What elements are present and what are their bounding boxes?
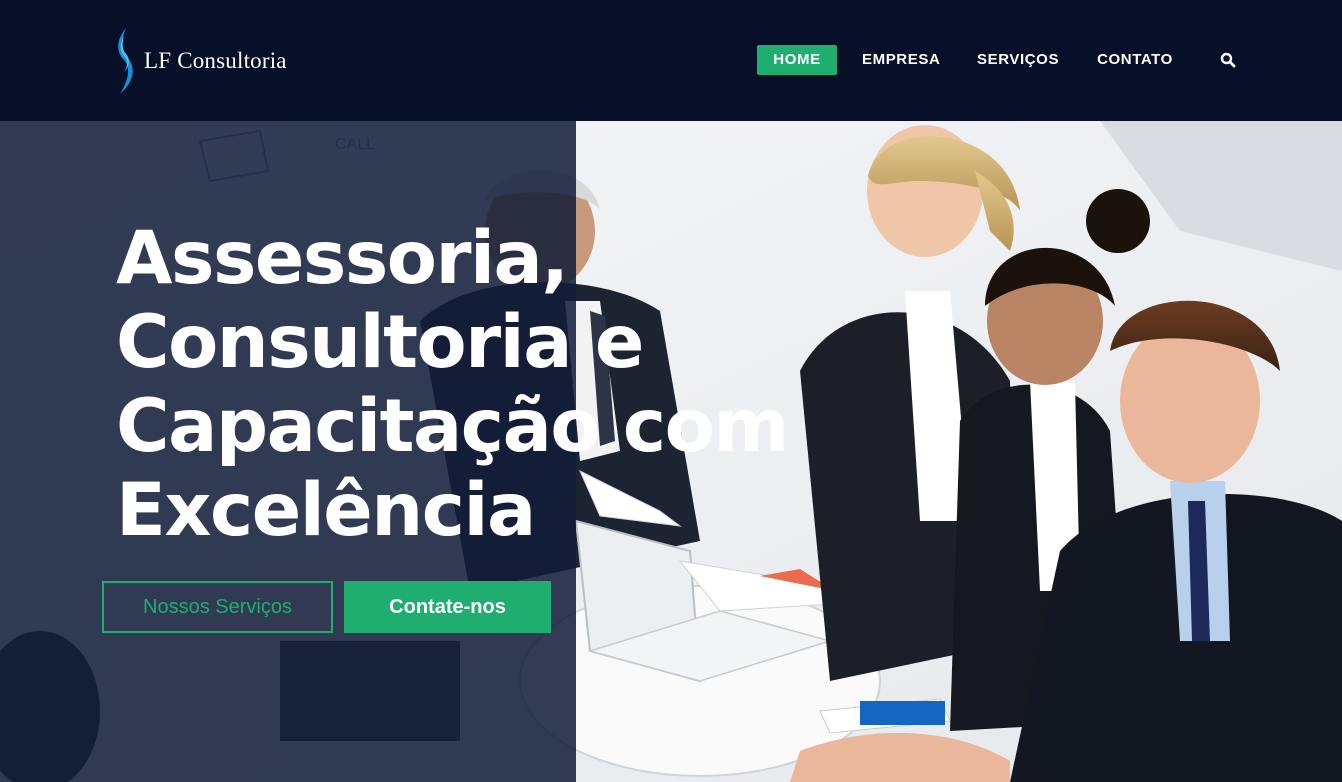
site-header: LF Consultoria HOME EMPRESA SERVIÇOS CON… [0,0,1342,121]
headline-line: Capacitação com [116,384,789,469]
hero-section: CALL [0,121,1342,782]
nav-home[interactable]: HOME [757,45,837,75]
main-nav: HOME EMPRESA SERVIÇOS CONTATO [0,45,1342,75]
headline-line: Excelência [116,468,536,553]
search-icon[interactable] [1220,52,1236,68]
nav-empresa[interactable]: EMPRESA [862,45,940,75]
nossos-servicos-button[interactable]: Nossos Serviços [102,581,333,633]
contate-nos-button[interactable]: Contate-nos [344,581,551,633]
nav-contato[interactable]: CONTATO [1096,45,1174,75]
nav-servicos[interactable]: SERVIÇOS [977,45,1058,75]
hero-headline: Assessoria, Consultoria e Capacitação co… [116,217,816,553]
headline-line: Consultoria e [116,300,644,385]
headline-line: Assessoria, [116,216,569,301]
